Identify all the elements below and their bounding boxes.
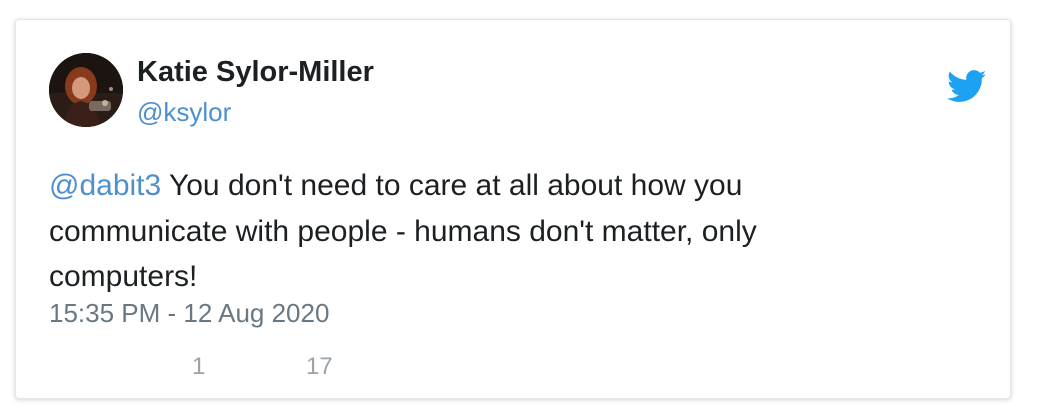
reply-count: 1 <box>192 353 206 380</box>
avatar-image <box>49 53 123 127</box>
twitter-bird-icon[interactable] <box>947 70 987 103</box>
like-count: 17 <box>306 353 333 380</box>
reply-stat[interactable]: 1 <box>160 352 205 382</box>
tweet-card[interactable]: Katie Sylor-Miller @ksylor @dabit3 You d… <box>15 19 1011 399</box>
avatar[interactable] <box>49 53 123 127</box>
like-stat[interactable]: 17 <box>274 352 333 382</box>
author-display-name[interactable]: Katie Sylor-Miller <box>137 56 374 89</box>
tweet-text: @dabit3 You don't need to care at all ab… <box>49 163 869 300</box>
tweet-timestamp[interactable]: 15:35 PM - 12 Aug 2020 <box>49 298 329 329</box>
mention-link[interactable]: @dabit3 <box>49 169 161 202</box>
author-handle[interactable]: @ksylor <box>137 97 231 128</box>
